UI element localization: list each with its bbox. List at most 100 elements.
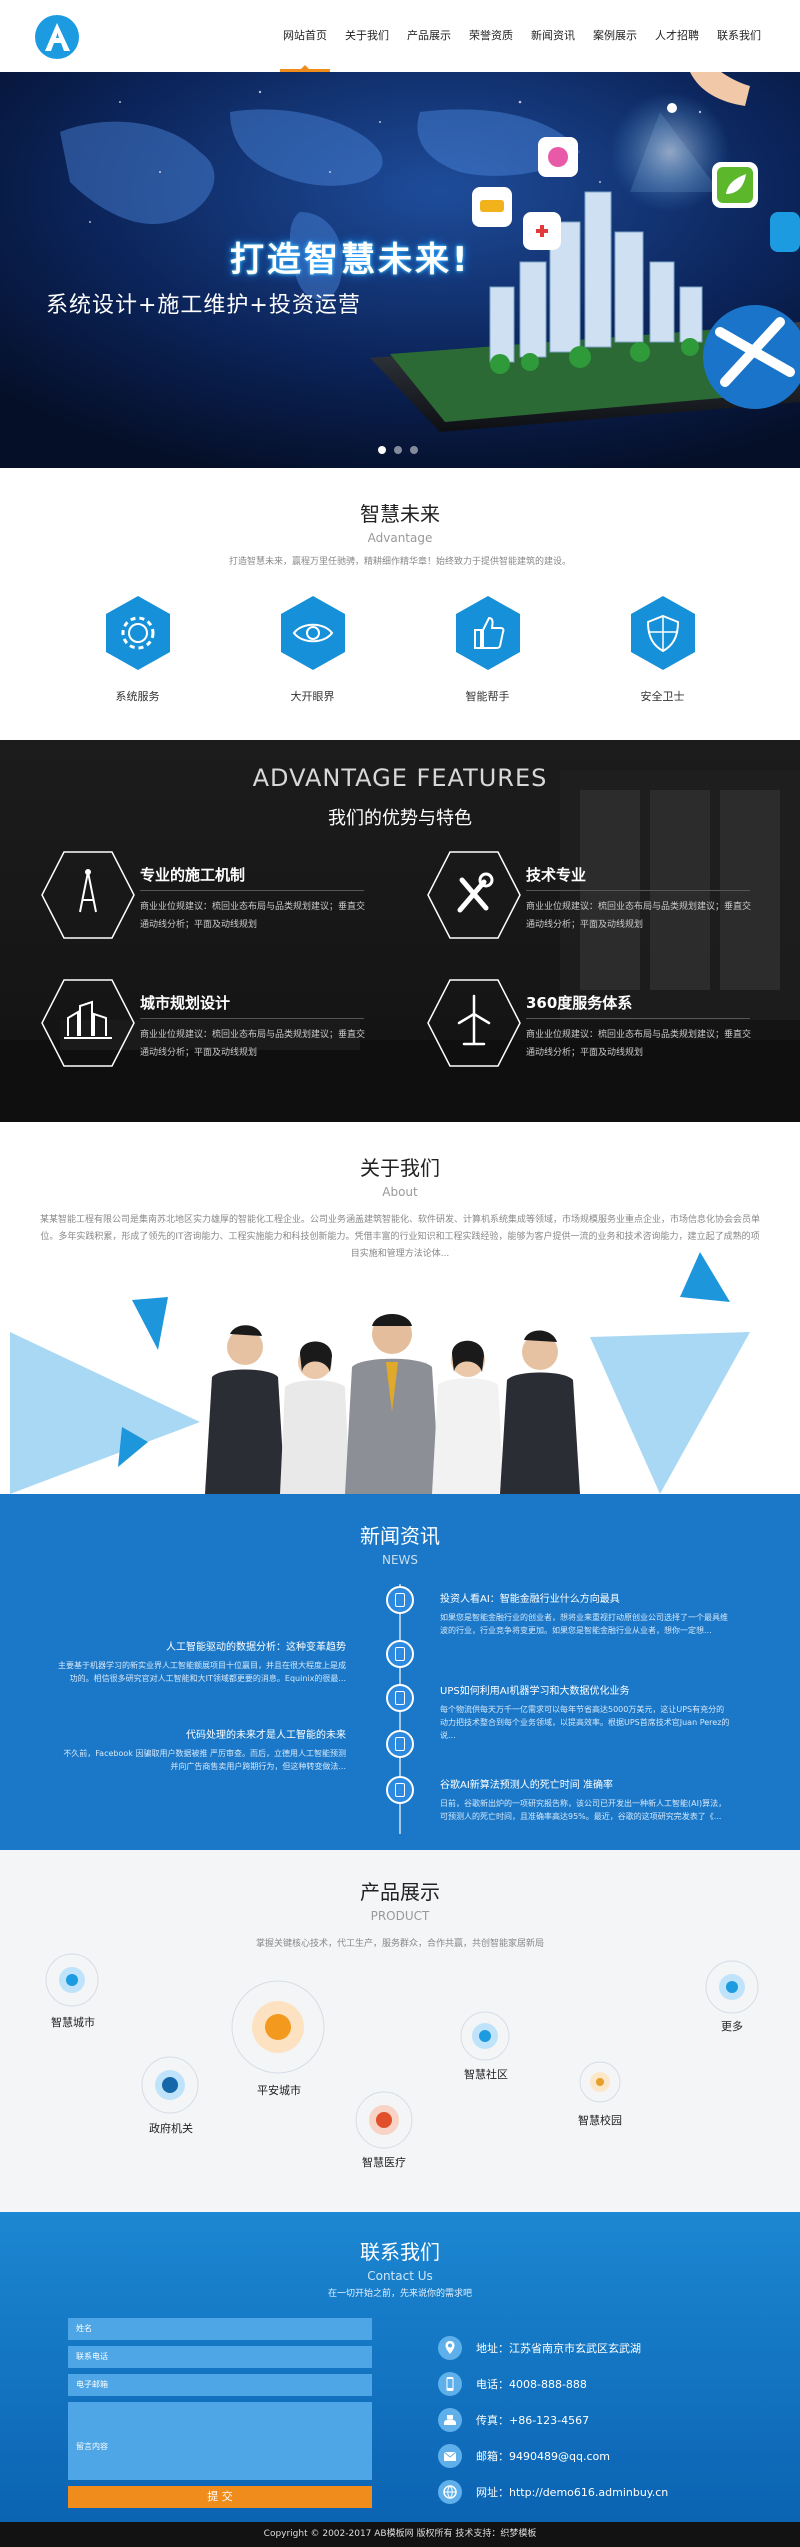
product-government[interactable]: 政府机关 — [144, 2120, 198, 2136]
feature-divider — [526, 1018, 750, 1019]
contact-row: 电话：4008-888-888 — [438, 2366, 668, 2402]
nav-cases[interactable]: 案例展示 — [584, 0, 646, 72]
news-item[interactable]: 投资人看AI：智能金融行业什么方向最具 如果您是智能金融行业的创业者，想将业来重… — [440, 1590, 730, 1637]
hero-banner: 打造智慧未来! 系统设计+施工维护+投资运营 — [0, 72, 800, 468]
nav-products[interactable]: 产品展示 — [398, 0, 460, 72]
intro-section: 智慧未来 Advantage 打造智慧未来，赢程万里任驰骋，精耕细作精华章！始终… — [0, 468, 800, 740]
news-item-title[interactable]: 投资人看AI：智能金融行业什么方向最具 — [440, 1590, 730, 1605]
tools-icon — [427, 851, 521, 939]
compass-icon — [41, 851, 135, 939]
nav-honors[interactable]: 荣誉资质 — [460, 0, 522, 72]
name-input[interactable]: 姓名 — [68, 2318, 372, 2340]
timeline-node — [386, 1586, 414, 1614]
contact-row: 传真：+86-123-4567 — [438, 2402, 668, 2438]
news-section: 新闻资讯 NEWS 投资人看AI：智能金融行业什么方向最具 如果您是智能金融行业… — [0, 1494, 800, 1850]
nav-contact[interactable]: 联系我们 — [708, 0, 770, 72]
contact-form: 姓名 联系电话 电子邮箱 留言内容 提 交 — [68, 2318, 372, 2508]
advantages-title-cn: 我们的优势与特色 — [328, 808, 472, 829]
nav-news[interactable]: 新闻资讯 — [522, 0, 584, 72]
message-textarea[interactable]: 留言内容 — [68, 2402, 372, 2480]
logo[interactable] — [34, 14, 80, 60]
feature-title: 技术专业 — [526, 866, 587, 884]
product-smart-medical[interactable]: 智慧医疗 — [356, 2154, 412, 2170]
feature-divider — [526, 890, 750, 891]
product-smart-community[interactable]: 智慧社区 — [458, 2066, 514, 2082]
team-photo — [10, 1252, 750, 1494]
feature-divider — [140, 1018, 364, 1019]
intro-desc: 打造智慧未来，赢程万里任驰骋，精耕细作精华章！始终致力于提供智能建筑的建设。 — [228, 557, 571, 567]
about-section: 关于我们 About 某某智能工程有限公司是集南苏北地区实力雄厚的智能化工程企业… — [0, 1122, 800, 1494]
banner-title: 打造智慧未来! — [230, 240, 471, 280]
feature-desc: 商业业位规建议：梳回业态布局与品类规划建议；垂直交通动线分析；平面及动线规划 — [140, 902, 366, 930]
contact-row: 网址：http://demo616.adminbuy.cn — [438, 2474, 668, 2510]
nav-jobs[interactable]: 人才招聘 — [646, 0, 708, 72]
slider-dot[interactable] — [410, 446, 418, 454]
contact-fax: 传真：+86-123-4567 — [476, 2414, 590, 2427]
nav-about[interactable]: 关于我们 — [336, 0, 398, 72]
news-item[interactable]: 人工智能驱动的数据分析：这种变革趋势 主要基于机器学习的新实业界人工智能额展项目… — [56, 1638, 346, 1685]
news-item-desc: 如果您是智能金融行业的创业者，想将业来重视打动原创业公司选择了一个最具维波的行业… — [440, 1613, 728, 1635]
email-input[interactable]: 电子邮箱 — [68, 2374, 372, 2396]
contact-heading: 联系我们 Contact Us — [0, 2236, 800, 2283]
advantages-section: ADVANTAGE FEATURES 我们的优势与特色 专业的施工机制 商业业位… — [0, 740, 800, 1122]
product-smart-campus[interactable]: 智慧校园 — [572, 2112, 628, 2128]
site-header: 网站首页 关于我们 产品展示 荣誉资质 新闻资讯 案例展示 人才招聘 联系我们 — [0, 0, 800, 72]
contact-email: 邮箱：9490489@qq.com — [476, 2450, 610, 2463]
feature-desc: 商业业位规建议：梳回业态布局与品类规划建议；垂直交通动线分析；平面及动线规划 — [526, 1030, 752, 1058]
timeline-node — [386, 1776, 414, 1804]
service-label: 智能帮手 — [465, 690, 510, 703]
services-list: 系统服务 大开眼界 智能帮手 安全卫士 — [50, 594, 750, 704]
shield-icon — [630, 596, 695, 670]
contact-desc: 在一切开始之前，先来说你的需求吧 — [327, 2289, 472, 2299]
timeline-node — [386, 1640, 414, 1668]
news-item[interactable]: 代码处理的未来才是人工智能的未来 不久前，Facebook 因骗取用户数据被推 … — [56, 1726, 346, 1773]
news-item-title[interactable]: 谷歌AI新算法预测人的死亡时间 准确率 — [440, 1776, 730, 1791]
slider-dot[interactable] — [394, 446, 402, 454]
service-item[interactable]: 大开眼界 — [253, 594, 373, 704]
products-section: 产品展示 PRODUCT 掌握关键核心技术，代工生产，服务群众，合作共赢，共创智… — [0, 1850, 800, 2212]
news-item-title[interactable]: UPS如何利用AI机器学习和大数据优化业务 — [440, 1682, 730, 1697]
contact-row: 地址：江苏省南京市玄武区玄武湖 — [438, 2330, 668, 2366]
location-icon — [438, 2336, 462, 2360]
intro-heading: 智慧未来 Advantage — [0, 498, 800, 545]
news-item-title[interactable]: 人工智能驱动的数据分析：这种变革趋势 — [56, 1638, 346, 1653]
buildings-icon — [41, 979, 135, 1067]
news-subtitle: NEWS — [381, 1553, 419, 1567]
intro-subtitle: Advantage — [367, 531, 433, 545]
site-footer: Copyright © 2002-2017 AB模板网 版权所有 技术支持：织梦… — [0, 2522, 800, 2547]
main-nav: 网站首页 关于我们 产品展示 荣誉资质 新闻资讯 案例展示 人才招聘 联系我们 — [274, 0, 770, 72]
submit-button[interactable]: 提 交 — [68, 2486, 372, 2508]
news-heading: 新闻资讯 NEWS — [0, 1520, 800, 1567]
service-item[interactable]: 安全卫士 — [603, 594, 723, 704]
contact-section: 联系我们 Contact Us 在一切开始之前，先来说你的需求吧 姓名 联系电话… — [0, 2212, 800, 2522]
news-item[interactable]: UPS如何利用AI机器学习和大数据优化业务 每个物流供每天万千一亿需求可以每年节… — [440, 1682, 730, 1742]
news-item-desc: 日前，谷歌新出炉的一项研究报告称，该公司已开发出一种新人工智能(AI)算法，可预… — [440, 1799, 727, 1821]
feature-desc: 商业业位规建议：梳回业态布局与品类规划建议；垂直交通动线分析；平面及动线规划 — [140, 1030, 366, 1058]
feature-title: 专业的施工机制 — [140, 866, 246, 884]
contact-phone: 电话：4008-888-888 — [476, 2378, 587, 2391]
news-item[interactable]: 谷歌AI新算法预测人的死亡时间 准确率 日前，谷歌新出炉的一项研究报告称，该公司… — [440, 1776, 730, 1823]
service-label: 系统服务 — [115, 690, 160, 703]
wind-turbine-icon — [427, 979, 521, 1067]
service-item[interactable]: 智能帮手 — [428, 594, 548, 704]
product-more[interactable]: 更多 — [712, 2018, 752, 2034]
intro-title: 智慧未来 — [360, 502, 440, 526]
contact-website[interactable]: 网址：http://demo616.adminbuy.cn — [476, 2484, 668, 2500]
product-smart-city[interactable]: 智慧城市 — [46, 2014, 100, 2030]
feature-title: 城市规划设计 — [140, 994, 231, 1012]
news-item-title[interactable]: 代码处理的未来才是人工智能的未来 — [56, 1726, 346, 1741]
phone-icon — [438, 2372, 462, 2396]
news-item-desc: 每个物流供每天万千一亿需求可以每年节省高达5000万美元，这让UPS有充分的动力… — [440, 1705, 730, 1740]
nav-home[interactable]: 网站首页 — [274, 0, 336, 72]
contact-title: 联系我们 — [360, 2240, 440, 2264]
news-item-desc: 不久前，Facebook 因骗取用户数据被推 严厉审查。而后，立德用人工智能预测… — [63, 1749, 346, 1771]
feature-title: 360度服务体系 — [526, 994, 633, 1012]
banner-subtitle: 系统设计+施工维护+投资运营 — [46, 293, 361, 318]
product-safe-city[interactable]: 平安城市 — [250, 2082, 308, 2098]
web-icon — [438, 2480, 462, 2504]
phone-input[interactable]: 联系电话 — [68, 2346, 372, 2368]
timeline-node — [386, 1684, 414, 1712]
service-item[interactable]: 系统服务 — [78, 594, 198, 704]
service-label: 安全卫士 — [640, 690, 685, 703]
slider-dot[interactable] — [378, 446, 386, 454]
